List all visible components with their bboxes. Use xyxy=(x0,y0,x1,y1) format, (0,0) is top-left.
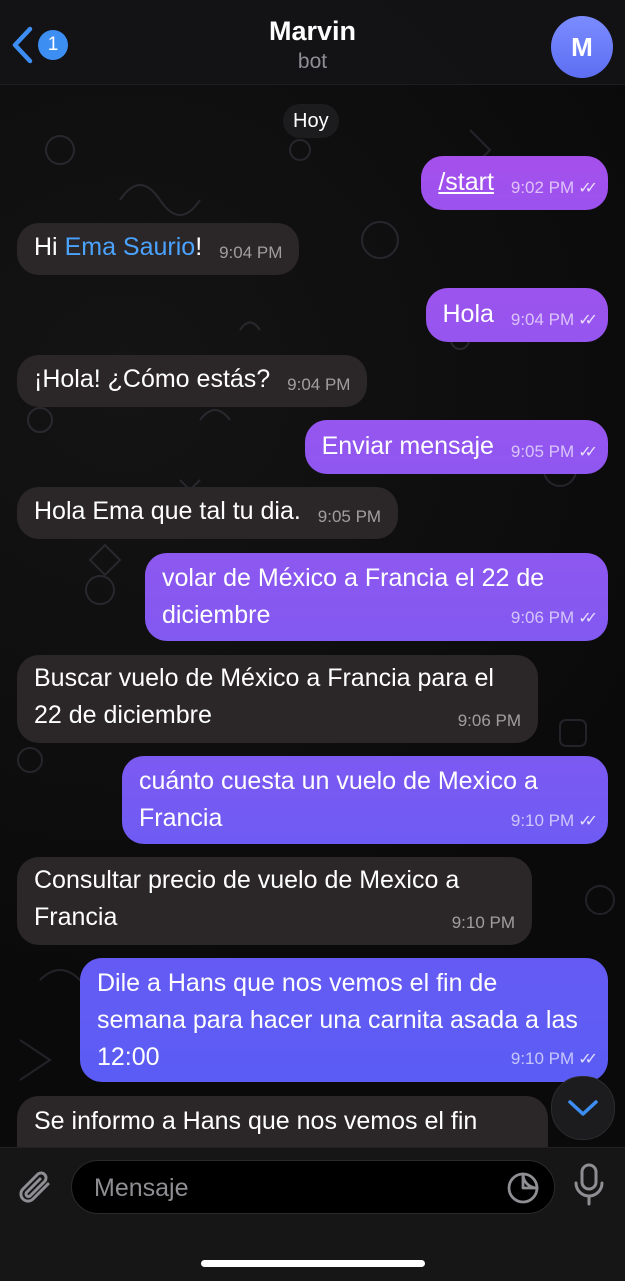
message-text: Dile a Hans que nos vemos el fin de sema… xyxy=(97,969,578,1071)
message-text: Consultar precio de vuelo de Mexico a Fr… xyxy=(34,866,460,931)
chat-title[interactable]: Marvin xyxy=(0,16,625,47)
message-text: Enviar mensaje xyxy=(321,432,494,460)
message-input-container[interactable] xyxy=(71,1160,555,1214)
message-time: 9:04 PM xyxy=(219,243,283,262)
read-ticks-icon: ✓✓ xyxy=(578,813,598,830)
chat-header: 1 Marvin bot M xyxy=(0,0,625,85)
message-text[interactable]: /start xyxy=(438,168,494,196)
message-time: 9:10 PM xyxy=(510,811,575,830)
message-bubble-outgoing[interactable]: /start 9:02 PM ✓✓ xyxy=(421,156,608,210)
message-input[interactable] xyxy=(92,1169,496,1207)
message-text: Buscar vuelo de México a Francia para el… xyxy=(34,664,494,729)
message-time: 9:10 PM xyxy=(510,1049,575,1068)
message-text: Hola Ema que tal tu dia. xyxy=(34,497,301,525)
avatar[interactable]: M xyxy=(551,16,613,78)
message-bubble-outgoing[interactable]: Dile a Hans que nos vemos el fin de sema… xyxy=(80,958,608,1082)
voice-message-button[interactable] xyxy=(572,1162,606,1213)
message-text-suffix: ! xyxy=(195,233,203,261)
message-text: Hola xyxy=(442,300,494,328)
message-text: Se informo a Hans que nos vemos el fin xyxy=(34,1107,478,1135)
message-text: volar de México a Francia el 22 de dicie… xyxy=(162,564,545,629)
sticker-icon[interactable] xyxy=(506,1171,540,1205)
message-time: 9:06 PM xyxy=(510,608,575,627)
message-time: 9:04 PM xyxy=(510,310,575,329)
composer-bar xyxy=(0,1147,625,1281)
message-bubble-outgoing[interactable]: volar de México a Francia el 22 de dicie… xyxy=(145,553,608,641)
user-mention-link[interactable]: Ema Saurio xyxy=(65,233,196,261)
message-bubble-outgoing[interactable]: Hola 9:04 PM ✓✓ xyxy=(425,288,608,342)
home-indicator xyxy=(201,1260,425,1267)
message-bubble-incoming[interactable]: Consultar precio de vuelo de Mexico a Fr… xyxy=(17,857,532,945)
paperclip-icon xyxy=(19,1171,50,1203)
read-ticks-icon: ✓✓ xyxy=(578,1051,598,1068)
message-bubble-incoming[interactable]: ¡Hola! ¿Cómo estás? 9:04 PM xyxy=(17,355,368,407)
message-text: cuánto cuesta un vuelo de Mexico a Franc… xyxy=(139,767,538,832)
read-ticks-icon: ✓✓ xyxy=(578,312,598,329)
message-time: 9:10 PM xyxy=(451,913,515,932)
read-ticks-icon: ✓✓ xyxy=(578,444,598,461)
date-separator: Hoy xyxy=(283,104,339,138)
message-time: 9:05 PM xyxy=(317,507,382,526)
message-bubble-outgoing[interactable]: cuánto cuesta un vuelo de Mexico a Franc… xyxy=(122,756,608,844)
attach-button[interactable] xyxy=(16,1166,56,1213)
message-time: 9:06 PM xyxy=(457,711,521,730)
microphone-icon xyxy=(574,1163,604,1206)
message-bubble-outgoing[interactable]: Enviar mensaje 9:05 PM ✓✓ xyxy=(304,420,608,474)
message-time: 9:02 PM xyxy=(510,178,575,197)
scroll-to-bottom-button[interactable] xyxy=(551,1076,615,1140)
message-text: ¡Hola! ¿Cómo estás? xyxy=(34,365,271,393)
message-time: 9:05 PM xyxy=(510,442,575,461)
message-bubble-incoming[interactable]: Buscar vuelo de México a Francia para el… xyxy=(17,655,538,743)
chevron-down-icon xyxy=(568,1100,598,1116)
read-ticks-icon: ✓✓ xyxy=(578,180,598,197)
message-time: 9:04 PM xyxy=(287,375,351,394)
chat-subtitle: bot xyxy=(297,50,328,73)
read-ticks-icon: ✓✓ xyxy=(578,610,598,627)
message-text-prefix: Hi xyxy=(34,233,65,261)
message-bubble-incoming[interactable]: Hola Ema que tal tu dia. 9:05 PM xyxy=(17,487,399,539)
message-bubble-incoming[interactable]: Hi Ema Saurio! 9:04 PM xyxy=(17,223,300,275)
